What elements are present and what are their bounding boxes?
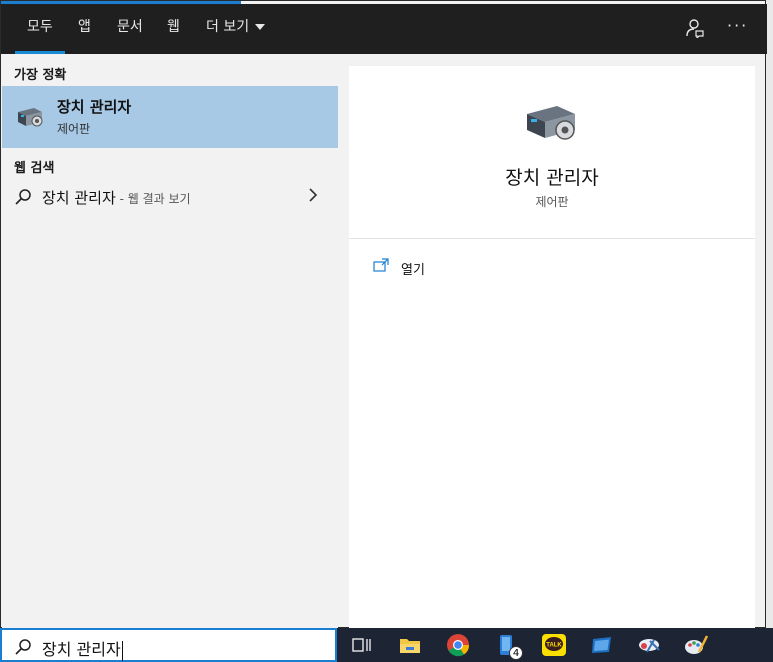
tab-web[interactable]: 웹 — [167, 4, 180, 54]
kakaotalk-icon[interactable]: TALK — [541, 632, 567, 658]
web-search-suffix: - 웹 결과 보기 — [115, 192, 191, 206]
folder-icon[interactable] — [397, 632, 423, 658]
start-search-panel: 모두 앱 문서 웹 더 보기 ··· 가장 정확 장치 관리자 제어판 웹 검색 — [0, 0, 767, 629]
device-manager-icon — [527, 106, 575, 140]
web-search-heading: 웹 검색 — [14, 161, 55, 176]
best-match-heading: 가장 정확 — [14, 68, 67, 83]
chrome-icon[interactable] — [445, 632, 471, 658]
results-list: 가장 정확 장치 관리자 제어판 웹 검색 장치 관리자 - 웹 결과 보기 — [2, 54, 338, 629]
search-query-text: 장치 관리자 — [42, 640, 121, 659]
detail-title: 장치 관리자 — [505, 167, 599, 189]
more-options-icon[interactable]: ··· — [727, 16, 748, 35]
search-input-value: 장치 관리자 — [42, 636, 123, 661]
filter-bar: 모두 앱 문서 웹 더 보기 ··· — [1, 4, 767, 54]
feedback-icon[interactable] — [685, 18, 705, 38]
open-icon — [373, 258, 389, 272]
snip-icon[interactable] — [637, 632, 663, 658]
search-icon — [15, 189, 31, 205]
app-icon[interactable] — [589, 632, 615, 658]
detail-pane: 장치 관리자 제어판 열기 — [349, 66, 755, 629]
best-match-item[interactable]: 장치 관리자 제어판 — [2, 86, 338, 148]
taskbar: 4 TALK — [337, 628, 773, 662]
device-manager-icon — [18, 108, 43, 127]
detail-subtitle: 제어판 — [535, 195, 569, 209]
tab-documents[interactable]: 문서 — [117, 4, 143, 54]
phone-app[interactable]: 4 — [495, 632, 523, 660]
web-search-item[interactable]: 장치 관리자 - 웹 결과 보기 — [2, 182, 338, 212]
best-match-title: 장치 관리자 — [57, 98, 132, 116]
tab-more-label: 더 보기 — [206, 19, 250, 35]
text-caret — [121, 640, 123, 661]
tab-more[interactable]: 더 보기 — [206, 4, 266, 54]
open-action-label: 열기 — [401, 263, 425, 278]
detail-divider — [349, 238, 755, 239]
best-match-subtitle: 제어판 — [57, 122, 91, 136]
tab-all[interactable]: 모두 — [15, 4, 65, 54]
caret-down-icon — [255, 24, 266, 30]
web-search-query: 장치 관리자 — [42, 189, 116, 207]
search-input[interactable]: 장치 관리자 — [0, 628, 337, 662]
search-icon — [15, 639, 31, 655]
task-view-icon[interactable] — [349, 632, 375, 658]
phone-app-badge: 4 — [509, 646, 523, 660]
open-action[interactable]: 열기 — [373, 256, 493, 280]
tab-apps[interactable]: 앱 — [78, 4, 91, 54]
desktop-background — [766, 0, 773, 662]
chevron-right-icon[interactable] — [307, 187, 319, 203]
kakaotalk-label: TALK — [546, 643, 562, 649]
paint-icon[interactable] — [683, 632, 709, 658]
web-search-text: 장치 관리자 - 웹 결과 보기 — [42, 187, 191, 208]
